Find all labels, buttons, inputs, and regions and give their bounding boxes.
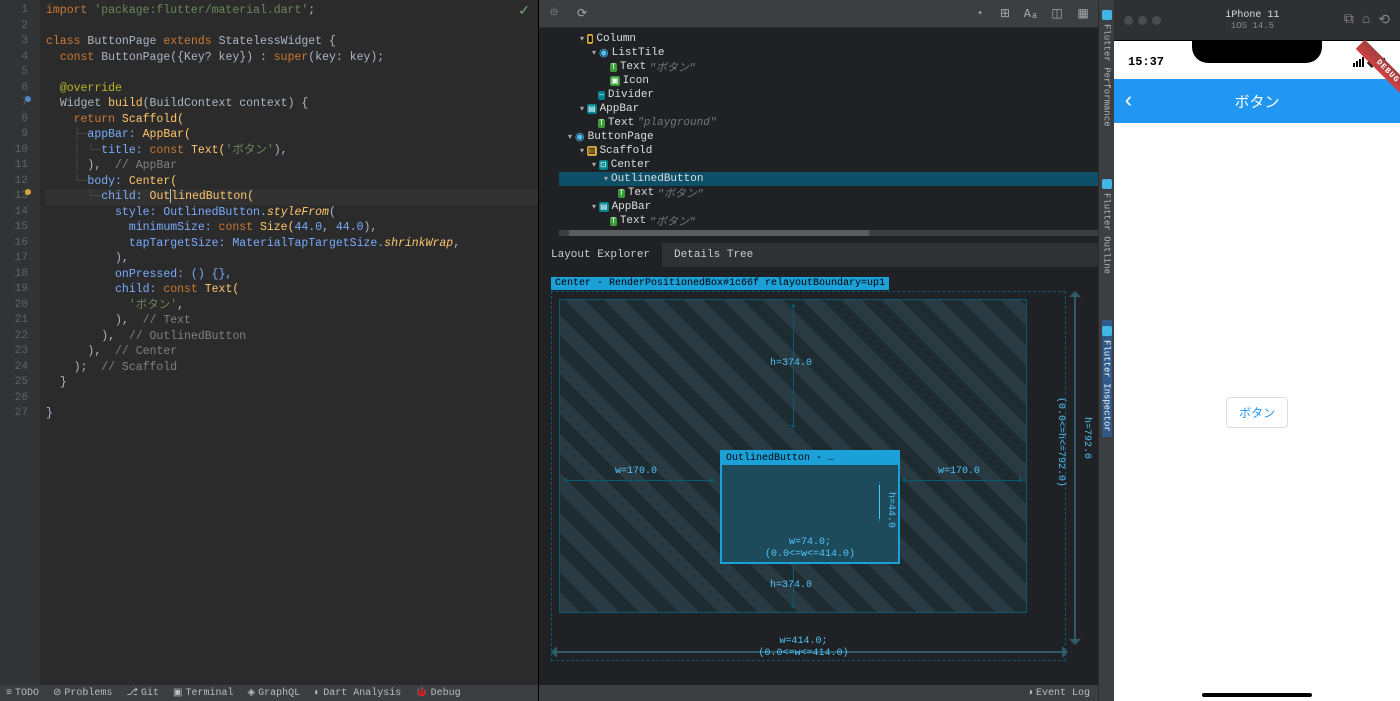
event-log-button[interactable]: ◑ Event Log [1027,688,1090,699]
notch [1192,41,1322,63]
line-number: 3 [0,34,40,50]
line-number: 18 [0,267,40,283]
simulator-os-version: iOS 14.5 [1161,21,1344,31]
line-number: 1 [0,3,40,19]
slow-animations-icon[interactable]: ◔ [970,5,988,23]
rail-flutter-performance[interactable]: Flutter Performance [1102,4,1112,133]
status-git[interactable]: ⎇ Git [126,687,159,699]
status-graphql[interactable]: ◈ GraphQL [247,687,300,699]
simulator-device-name: iPhone 11 [1161,10,1344,21]
line-number: 6 [0,81,40,97]
line-number: 4 [0,50,40,66]
simulator-window: iPhone 11 iOS 14.5 ⧉ ⌂ ⟲ DEBUG 15:37 ◈ ▮… [1114,0,1400,701]
line-number: 16 [0,236,40,252]
line-number: 11 [0,158,40,174]
status-problems[interactable]: ⊘ Problems [53,687,112,699]
gutter-run-icon[interactable] [25,96,31,102]
line-number: 21 [0,313,40,329]
line-number: 27 [0,406,40,422]
back-icon[interactable]: ‹ [1122,89,1135,114]
line-number: 22 [0,329,40,345]
line-number: 24 [0,360,40,376]
home-icon[interactable]: ⌂ [1362,12,1370,29]
gutter: 1 2 3 4 5 6 7 8 9 10 11 12 13 14 15 16 1… [0,0,40,685]
tool-window-rail: Flutter Performance Flutter Outline Flut… [1098,0,1114,701]
code-area[interactable]: import 'package:flutter/material.dart'; … [40,0,538,685]
line-number: 14 [0,205,40,221]
status-bar: ≡ TODO ⊘ Problems ⎇ Git ▣ Terminal ◈ Gra… [0,685,538,701]
repaint-icon[interactable]: ◫ [1048,5,1066,23]
ios-time: 15:37 [1128,55,1164,69]
status-todo[interactable]: ≡ TODO [6,687,39,699]
line-number: 2 [0,19,40,35]
rotate-icon[interactable]: ⟲ [1378,12,1390,29]
tab-details-tree[interactable]: Details Tree [662,243,765,267]
line-number: 26 [0,391,40,407]
guidelines-icon[interactable]: ⊞ [996,5,1014,23]
line-number: 25 [0,375,40,391]
line-number: 8 [0,112,40,128]
inspector-tabs: Layout Explorer Details Tree [539,243,1098,267]
line-number: 5 [0,65,40,81]
line-number: 7 [0,96,40,112]
tab-layout-explorer[interactable]: Layout Explorer [539,243,662,267]
status-terminal[interactable]: ▣ Terminal [173,687,233,699]
screenshot-icon[interactable]: ⧉ [1344,12,1354,29]
outlined-button[interactable]: ボタン [1226,397,1288,428]
line-number: 12 [0,174,40,190]
app-appbar: ‹ ボタン [1114,79,1400,123]
window-zoom-icon[interactable] [1152,16,1161,25]
line-number: 13 [0,189,40,205]
status-debug[interactable]: 🐞 Debug [415,687,460,699]
line-numbers: 1 2 3 4 5 6 7 8 9 10 11 12 13 14 15 16 1… [0,0,40,422]
line-number: 20 [0,298,40,314]
status-dart[interactable]: ◐ Dart Analysis [314,687,401,699]
gutter-warning-icon[interactable] [25,189,31,195]
signal-icon [1353,57,1364,67]
home-indicator[interactable] [1202,693,1312,697]
devtools-pane: ⯐ ⟳ ◔ ⊞ Aₐ ◫ ▦ ▾▮ Column ▾◉ ListTile T T… [538,0,1098,701]
line-number: 17 [0,251,40,267]
editor-pane: ✓ 1 2 3 4 5 6 7 8 9 10 11 12 13 14 15 16… [0,0,538,701]
line-number: 23 [0,344,40,360]
refresh-icon[interactable]: ⟳ [573,5,591,23]
line-number: 15 [0,220,40,236]
devtools-toolbar: ⯐ ⟳ ◔ ⊞ Aₐ ◫ ▦ [539,0,1098,28]
simulator-titlebar: iPhone 11 iOS 14.5 ⧉ ⌂ ⟲ [1114,0,1400,40]
baselines-icon[interactable]: Aₐ [1022,5,1040,23]
tree-scrollbar[interactable] [559,230,1098,236]
appbar-title: ボタン [1114,91,1400,112]
line-number: 10 [0,143,40,159]
window-close-icon[interactable] [1124,16,1133,25]
window-minimize-icon[interactable] [1138,16,1147,25]
rail-flutter-outline[interactable]: Flutter Outline [1102,173,1112,280]
select-widget-icon[interactable]: ⯐ [545,5,563,23]
invert-icon[interactable]: ▦ [1074,5,1092,23]
widget-tree[interactable]: ▾▮ Column ▾◉ ListTile T Text "ボタン" ▣ Ico… [539,28,1098,243]
layout-selected-box: OutlinedButton - … h=44.0 w=74.0; (0.0<=… [720,450,900,564]
line-number: 19 [0,282,40,298]
rail-flutter-inspector[interactable]: Flutter Inspector [1102,320,1112,438]
simulator-screen[interactable]: DEBUG 15:37 ◈ ▮ ‹ ボタン ボタン [1114,40,1400,701]
line-number: 9 [0,127,40,143]
layout-root-label: Center - RenderPositionedBox#1c66f relay… [551,277,889,290]
layout-explorer-view[interactable]: Center - RenderPositionedBox#1c66f relay… [539,267,1098,701]
